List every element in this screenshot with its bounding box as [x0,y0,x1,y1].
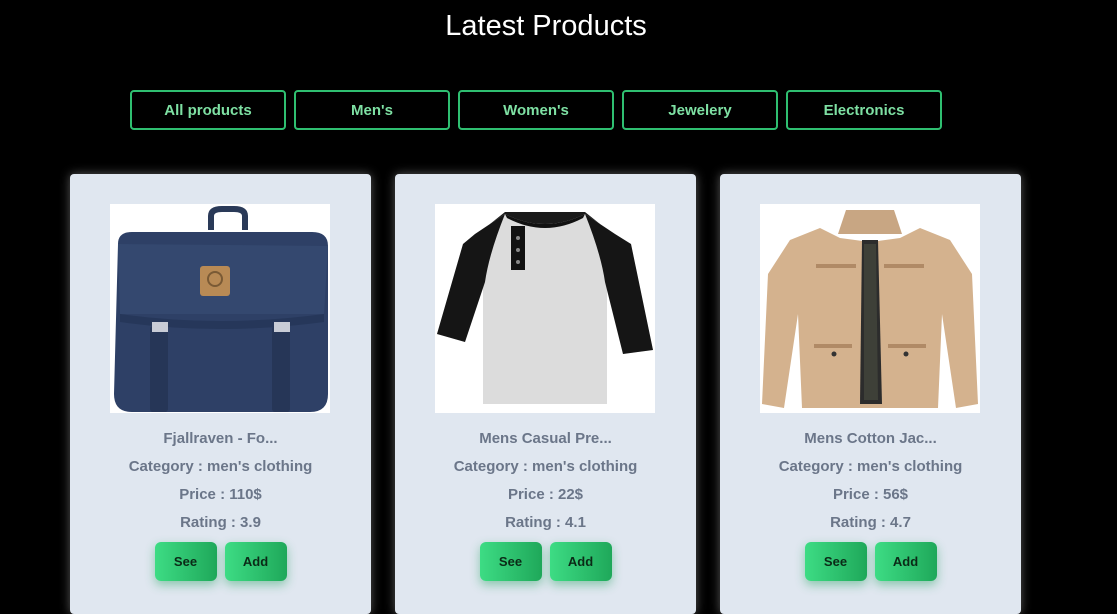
see-button[interactable]: See [479,542,542,581]
card-actions: See Add [720,542,1021,581]
page-title: Latest Products [445,10,647,42]
product-rating: Rating : 4.7 [830,514,911,531]
filter-electronics-button[interactable]: Electronics [786,90,942,130]
product-title: Mens Casual Pre... [479,430,612,447]
see-button[interactable]: See [154,542,217,581]
card-actions: See Add [70,542,371,581]
product-title: Mens Cotton Jac... [804,430,937,447]
card-actions: See Add [395,542,696,581]
product-price: Price : 56$ [832,486,909,503]
product-card: Fjallraven - Fo... Category : men's clot… [70,174,371,614]
filter-mens-button[interactable]: Men's [294,90,450,130]
filter-womens-button[interactable]: Women's [458,90,614,130]
product-rating: Rating : 3.9 [180,514,261,531]
see-button[interactable]: See [804,542,867,581]
filter-jewelery-button[interactable]: Jewelery [622,90,778,130]
product-card: Mens Cotton Jac... Category : men's clot… [720,174,1021,614]
product-title: Fjallraven - Fo... [163,430,278,447]
add-button[interactable]: Add [224,542,287,581]
add-button[interactable]: Add [874,542,937,581]
backpack-image [110,204,330,413]
product-card: Mens Casual Pre... Category : men's clot… [395,174,696,614]
product-category: Category : men's clothing [453,458,638,475]
product-price: Price : 110$ [179,486,262,503]
product-price: Price : 22$ [507,486,584,503]
jacket-image [760,204,980,413]
product-category: Category : men's clothing [778,458,963,475]
product-category: Category : men's clothing [128,458,313,475]
filter-all-products-button[interactable]: All products [130,90,286,130]
add-button[interactable]: Add [549,542,612,581]
tshirt-image [435,204,655,413]
product-rating: Rating : 4.1 [505,514,586,531]
category-filters: All products Men's Women's Jewelery Elec… [130,90,942,130]
product-grid: Fjallraven - Fo... Category : men's clot… [70,174,1021,614]
